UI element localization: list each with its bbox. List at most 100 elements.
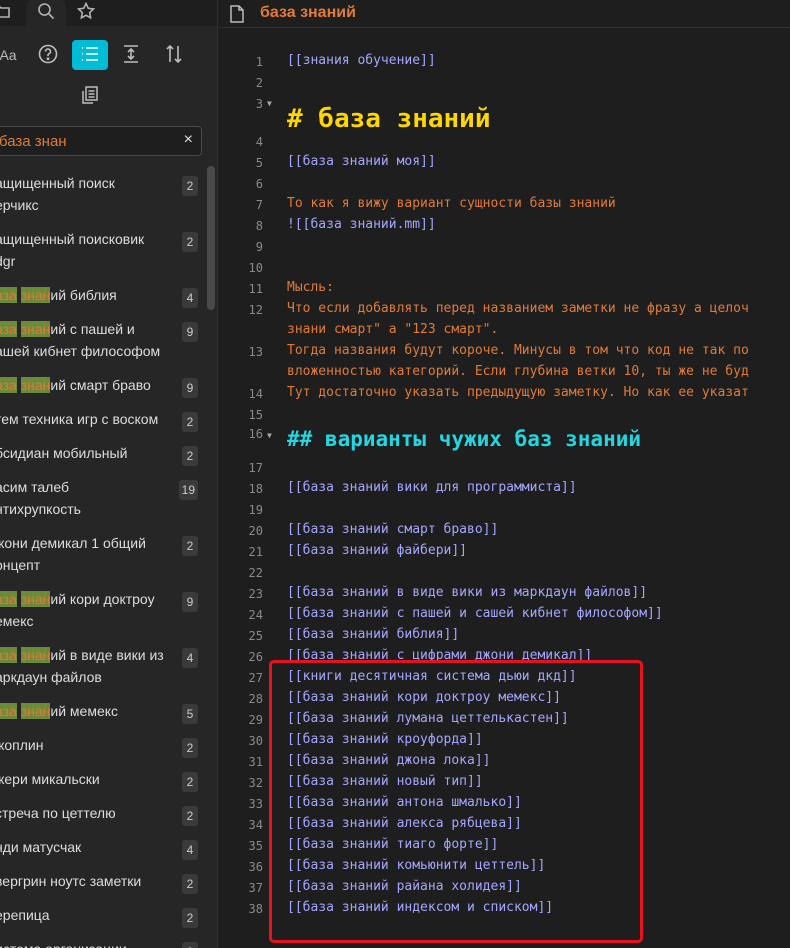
line-number: 25 (248, 629, 263, 643)
editor-pane: база знаний 1 [[знания обучение]] 2 3 ▼ # баз… (219, 0, 790, 948)
expand-vertical-icon (121, 44, 141, 67)
search-result-text: онцепт (0, 557, 41, 573)
wiki-link[interactable]: [[база знаний с пашей и сашей кибнет фил… (287, 606, 663, 621)
line-number: 14 (248, 387, 263, 401)
line-number: 18 (248, 482, 263, 496)
match-count-badge: 19 (178, 480, 198, 500)
line-number: 1 (255, 55, 263, 69)
copy-results-button[interactable] (72, 82, 108, 112)
search-result-title: аза знаний с пашей и ашей кибнет философо… (0, 318, 175, 362)
help-icon (38, 44, 58, 67)
fold-caret-icon[interactable]: ▼ (267, 431, 277, 440)
search-icon (37, 2, 55, 25)
search-result-text: ий в виде вики из (50, 647, 164, 663)
search-result-text: тем техника игр с воском (0, 411, 159, 427)
search-result-text: dgr (0, 253, 16, 269)
search-result-title: аза знаний кори доктроу емекс (0, 588, 175, 632)
search-result-text: вергрин ноутс заметки (0, 873, 142, 889)
search-input[interactable] (0, 127, 165, 155)
search-result-text: жони демикал 1 общий (0, 535, 146, 551)
match-count-badge: 2 (182, 412, 198, 432)
wiki-link[interactable]: [[база знаний вики для программиста]] (287, 480, 577, 495)
line-number: 32 (248, 776, 263, 790)
star-icon (76, 1, 96, 25)
search-match-highlight: аза (0, 287, 17, 303)
wiki-link[interactable]: [[база знаний моя]] (287, 154, 436, 169)
search-match-highlight: аза (0, 703, 17, 719)
search-result-text: емекс (0, 613, 34, 629)
search-match-highlight: знан (20, 287, 51, 303)
wiki-link[interactable]: [[база знаний в виде вики из маркдаун фа… (287, 585, 647, 600)
line-number: 3 (255, 97, 263, 111)
line-number: 28 (248, 692, 263, 706)
search-match-highlight: знан (20, 647, 51, 663)
wiki-link[interactable]: [[знания обучение]] (287, 53, 436, 68)
search-result-title: аза знаний в виде вики из аркдаун файлов (0, 644, 175, 688)
wiki-link[interactable]: [[база знаний смарт браво]] (287, 522, 498, 537)
wiki-link[interactable]: [[база знаний файбери]] (287, 543, 467, 558)
search-result-title: вергрин ноутс заметки (0, 870, 175, 892)
sidebar-scrollbar[interactable] (207, 166, 215, 310)
search-result-text: бсидиан мобильный (0, 445, 128, 461)
search-result-title: тем техника игр с воском (0, 408, 175, 430)
wiki-link[interactable]: ![[база знаний.mm]] (287, 217, 436, 232)
match-count-badge: 4 (182, 648, 198, 668)
starred-tab[interactable] (68, 0, 104, 26)
search-result-title: асим талеб нтихрупкость (0, 476, 175, 520)
line-number: 37 (248, 881, 263, 895)
line-number: 38 (248, 902, 263, 916)
search-result-text: истема организации (0, 941, 127, 948)
show-context-button[interactable] (72, 40, 108, 70)
search-result-title: ащищенный поиск ерчикс (0, 172, 175, 216)
search-result-title: стреча по цеттелю (0, 802, 175, 824)
match-count-badge: 5 (182, 704, 198, 724)
line-number: 13 (248, 345, 263, 359)
line-number: 21 (248, 545, 263, 559)
match-count-badge: 2 (182, 176, 198, 196)
line-number: 29 (248, 713, 263, 727)
search-result-title: ащищенный поисковик dgr (0, 228, 175, 272)
sidebar-tab-bar (0, 0, 217, 26)
search-result-text: нди матусчак (0, 839, 82, 855)
search-match-highlight: знан (20, 377, 51, 393)
match-count-badge: 2 (182, 806, 198, 826)
match-count-badge: 2 (182, 738, 198, 758)
search-result-title: аза знаний смарт браво (0, 374, 175, 396)
line-number: 33 (248, 797, 263, 811)
clear-search-icon[interactable]: × (184, 131, 193, 149)
line-number: 8 (255, 219, 263, 233)
search-result-text: ий мемекс (50, 703, 119, 719)
text-line: Тогда названия будут короче. Минусы в то… (287, 343, 749, 358)
line-number: 2 (255, 76, 263, 90)
match-count-badge: 2 (182, 232, 198, 252)
copy-icon (80, 85, 100, 110)
match-count-badge: 2 (182, 772, 198, 792)
search-result-text: ащищенный поисковик (0, 231, 145, 247)
match-case-button[interactable]: Aa (0, 40, 26, 70)
line-number: 4 (255, 135, 263, 149)
search-result-title: ерепица (0, 904, 175, 926)
files-tab[interactable] (0, 0, 12, 26)
collapse-results-button[interactable] (113, 40, 149, 70)
search-help-button[interactable] (30, 40, 66, 70)
search-box: × (0, 126, 202, 156)
search-match-highlight: аза (0, 647, 17, 663)
search-result-title: жоплин (0, 734, 175, 756)
line-number: 6 (255, 177, 263, 191)
search-result-text: ий смарт браво (50, 377, 151, 393)
line-number: 26 (248, 650, 263, 664)
search-result-text: ерчикс (0, 197, 39, 213)
fold-caret-icon[interactable]: ▼ (267, 99, 277, 108)
line-number: 24 (248, 608, 263, 622)
sort-button[interactable] (156, 40, 192, 70)
text-line: Мысль: (287, 280, 334, 295)
wiki-link[interactable]: [[база знаний библия]] (287, 627, 459, 642)
text-line: Тут достаточно указать предыдущую заметк… (287, 385, 749, 400)
search-result-text: нтихрупкость (0, 501, 81, 517)
search-tab[interactable] (26, 0, 66, 26)
search-result-title: нди матусчак (0, 836, 175, 858)
line-number: 34 (248, 818, 263, 832)
heading: # база знаний (287, 104, 491, 134)
line-number: 23 (248, 587, 263, 601)
search-result-title: аза знаний мемекс (0, 700, 175, 722)
